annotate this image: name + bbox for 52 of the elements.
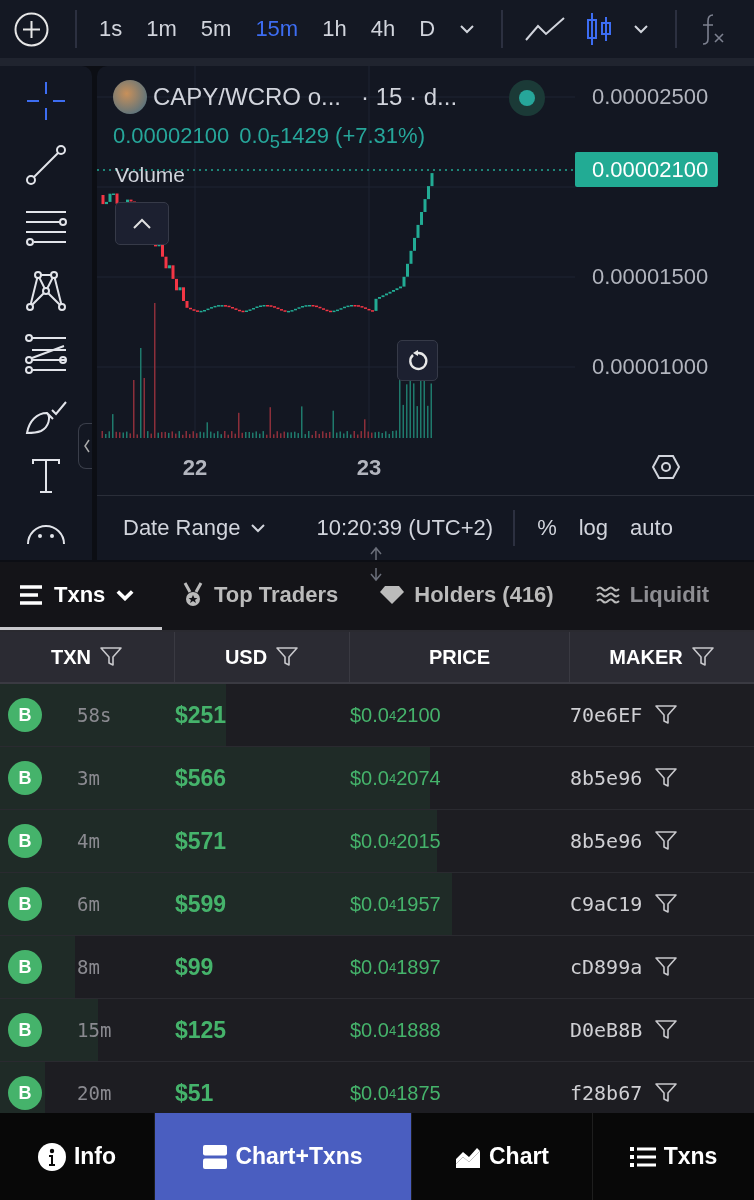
column-header[interactable]: TXN — [0, 632, 175, 682]
usd-cell-text: $566 — [175, 764, 228, 792]
age-cell-text: 3m — [76, 767, 101, 789]
usd-cell-text: $251 — [175, 701, 228, 729]
column-header[interactable]: PRICE — [350, 632, 570, 682]
price-axis-label: 0.00002500 — [592, 83, 709, 111]
column-header[interactable]: MAKER — [570, 632, 754, 682]
scale-option[interactable]: % — [537, 515, 557, 541]
price-axis-label: 0.00001500 — [592, 263, 709, 291]
interval-tab[interactable]: 1h — [322, 16, 347, 42]
interval-tab[interactable]: 1s — [99, 16, 123, 42]
volume-label: Volume — [115, 163, 186, 187]
symbol-title: CAPY/WCRO o... — [153, 83, 342, 111]
usd-cell-text: $51 — [175, 1079, 215, 1107]
maker-cell[interactable]: 70e6EF — [570, 703, 643, 727]
interval-info: · 15 · d... — [361, 83, 458, 111]
maker-cell[interactable]: 8b5e96 — [570, 766, 643, 790]
age-cell-text: 20m — [76, 1082, 113, 1104]
maker-cell[interactable]: 8b5e96 — [570, 829, 643, 853]
price-axis-label: 0.00001000 — [592, 353, 709, 381]
tab[interactable]: Top Traders — [162, 562, 361, 630]
maker-cell[interactable]: D0eB8B — [570, 1018, 643, 1042]
time-axis-label: 23 — [355, 455, 383, 481]
last-price: 0.00002100 — [113, 123, 230, 150]
maker-cell[interactable]: cD899a — [570, 955, 643, 979]
nav-tab[interactable]: Chart+Txns — [155, 1113, 412, 1200]
age-cell-text: 15m — [76, 1019, 113, 1041]
interval-tab[interactable]: 5m — [200, 16, 232, 42]
age-cell-text: 6m — [76, 893, 101, 915]
interval-tab[interactable]: 15m — [255, 16, 299, 42]
tab[interactable]: Holders (416) — [360, 562, 576, 630]
maker-cell[interactable]: f28b67 — [570, 1081, 643, 1105]
interval-tab[interactable]: D — [419, 16, 436, 42]
usd-cell-text: $125 — [175, 1016, 228, 1044]
price-tag: 0.00002100 — [575, 152, 719, 187]
column-header[interactable]: USD — [175, 632, 350, 682]
usd-cell-text: $571 — [175, 827, 228, 855]
tab[interactable]: Liquidit — [575, 562, 710, 630]
interval-tab[interactable]: 4h — [370, 16, 396, 42]
clock-time: 10:20:39 (UTC+2) — [316, 515, 494, 541]
maker-cell[interactable]: C9aC19 — [570, 892, 643, 916]
interval-tab[interactable]: 1m — [146, 16, 177, 42]
time-axis-label: 22 — [181, 455, 209, 481]
age-cell-text: 8m — [76, 956, 101, 978]
scale-option[interactable]: auto — [630, 515, 673, 541]
age-cell-text: 58s — [76, 704, 113, 726]
price-change: 0.0$_{5}$1429 (+7.31%) — [239, 123, 425, 154]
date-range-dropdown[interactable]: Date Range — [123, 515, 267, 541]
usd-cell-text: $99 — [175, 953, 215, 981]
age-cell-text: 4m — [76, 830, 101, 852]
usd-cell-text: $599 — [175, 890, 228, 918]
scale-option[interactable]: log — [578, 515, 609, 541]
